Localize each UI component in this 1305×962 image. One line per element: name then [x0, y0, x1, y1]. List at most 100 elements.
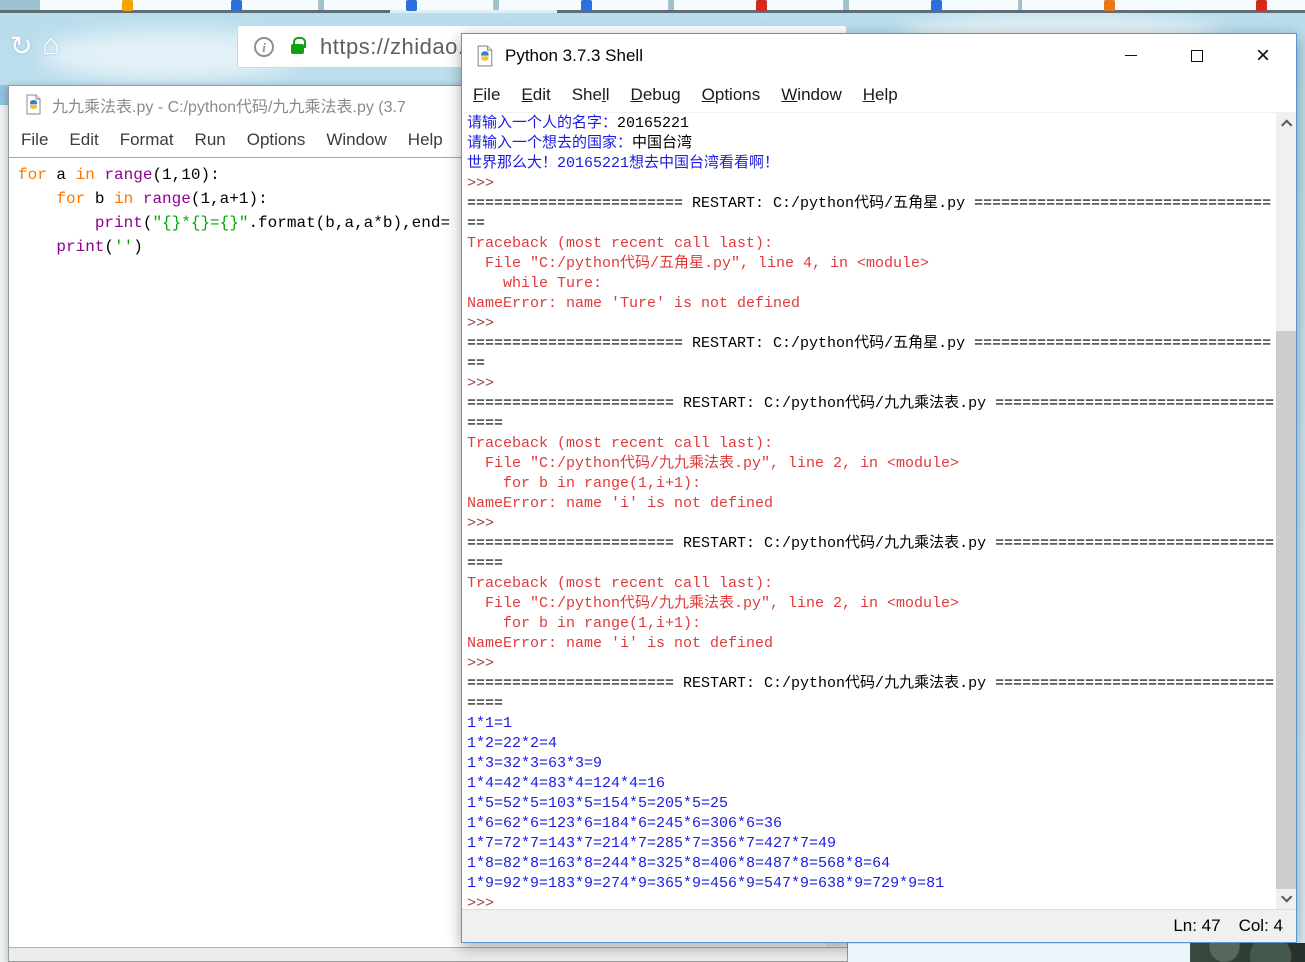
- scroll-down-button[interactable]: [1276, 889, 1296, 909]
- shell-line: >>>: [467, 655, 504, 672]
- shell-line: 1*2=22*2=4: [467, 735, 558, 752]
- shell-line: 请输入一个想去的国家：中国台湾: [467, 135, 693, 152]
- shell-line: ==: [467, 215, 486, 232]
- browser-tab[interactable]: [324, 0, 494, 11]
- tab-favicon: [1256, 0, 1267, 11]
- close-icon: ×: [1255, 41, 1270, 69]
- shell-line: 1*8=82*8=163*8=244*8=325*8=406*8=487*8=5…: [467, 855, 891, 872]
- browser-tab-strip: [0, 0, 1305, 13]
- menu-help[interactable]: Help: [408, 130, 443, 150]
- shell-line: >>>: [467, 375, 504, 392]
- shell-line: 世界那么大！20165221想去中国台湾看看啊！: [467, 155, 780, 172]
- shell-line: 1*9=92*9=183*9=274*9=365*9=456*9=547*9=6…: [467, 875, 945, 892]
- shell-window-title: Python 3.7.3 Shell: [505, 45, 643, 65]
- shell-line: ====: [467, 695, 504, 712]
- chevron-up-icon: [1281, 119, 1293, 131]
- shell-line: 请输入一个人的名字：20165221: [467, 115, 690, 132]
- shell-scrollbar[interactable]: [1276, 113, 1296, 909]
- idle-file-icon: [477, 45, 493, 66]
- scroll-up-button[interactable]: [1276, 113, 1296, 133]
- shell-line: NameError: name 'Ture' is not defined: [467, 295, 801, 312]
- browser-tab[interactable]: [149, 0, 319, 11]
- screen: ↻ ⌂ i https://zhidao. 九九乘法表.py - C:/pyth…: [0, 0, 1305, 962]
- tab-favicon: [406, 0, 417, 11]
- shell-line: ====: [467, 555, 504, 572]
- editor-title: 九九乘法表.py - C:/python代码/九九乘法表.py (3.7: [52, 98, 406, 116]
- url-text[interactable]: https://zhidao.: [320, 34, 464, 60]
- status-line-indicator: Ln: 47: [1173, 916, 1221, 935]
- menu-window[interactable]: Window: [326, 130, 386, 150]
- status-column-indicator: Col: 4: [1238, 916, 1283, 935]
- shell-line: File "C:/python代码/九九乘法表.py", line 2, in …: [467, 595, 960, 612]
- menu-options[interactable]: Options: [702, 85, 761, 105]
- browser-tab[interactable]: [1022, 0, 1192, 11]
- tab-favicon: [1104, 0, 1115, 11]
- menu-edit[interactable]: Edit: [69, 130, 98, 150]
- shell-menu-bar: File Edit Shell Debug Options Window Help: [462, 77, 1296, 113]
- browser-tab[interactable]: [849, 0, 1019, 11]
- shell-line: ====: [467, 415, 504, 432]
- home-icon[interactable]: ⌂: [42, 31, 60, 60]
- tab-favicon: [122, 0, 133, 11]
- shell-line: File "C:/python代码/五角星.py", line 4, in <m…: [467, 255, 930, 272]
- shell-line: 1*1=1: [467, 715, 513, 732]
- lock-icon: [291, 37, 306, 54]
- window-controls: ×: [1098, 34, 1296, 77]
- shell-line: for b in range(1,i+1):: [467, 615, 702, 632]
- maximize-button[interactable]: [1164, 34, 1230, 77]
- scrollbar-thumb[interactable]: [1276, 331, 1296, 889]
- menu-edit[interactable]: Edit: [521, 85, 550, 105]
- reload-icon[interactable]: ↻: [10, 33, 33, 60]
- tab-favicon: [756, 0, 767, 11]
- minimize-icon: [1125, 55, 1137, 56]
- shell-line: ======================== RESTART: C:/pyt…: [467, 195, 1272, 212]
- shell-line: 1*4=42*4=83*4=124*4=16: [467, 775, 666, 792]
- idle-file-icon: [26, 94, 41, 115]
- shell-line: 1*5=52*5=103*5=154*5=205*5=25: [467, 795, 729, 812]
- menu-help[interactable]: Help: [863, 85, 898, 105]
- shell-line: ======================= RESTART: C:/pyth…: [467, 395, 1275, 412]
- maximize-icon: [1191, 49, 1203, 62]
- tab-favicon: [931, 0, 942, 11]
- browser-tab[interactable]: [499, 0, 669, 11]
- shell-line: >>>: [467, 895, 504, 909]
- tab-favicon: [231, 0, 242, 11]
- shell-line: while Ture:: [467, 275, 603, 292]
- info-icon[interactable]: i: [254, 36, 274, 57]
- minimize-button[interactable]: [1098, 34, 1164, 77]
- menu-format[interactable]: Format: [120, 130, 174, 150]
- shell-line: for b in range(1,i+1):: [467, 475, 702, 492]
- editor-status-bar: [9, 947, 847, 961]
- shell-line: Traceback (most recent call last):: [467, 435, 774, 452]
- desktop-wallpaper-corner: [1190, 943, 1305, 962]
- shell-line: >>>: [467, 315, 504, 332]
- shell-line: 1*7=72*7=143*7=214*7=285*7=356*7=427*7=4…: [467, 835, 837, 852]
- shell-line: NameError: name 'i' is not defined: [467, 495, 774, 512]
- shell-line: ==: [467, 355, 486, 372]
- shell-line: 1*3=32*3=63*3=9: [467, 755, 603, 772]
- shell-line: 1*6=62*6=123*6=184*6=245*6=306*6=36: [467, 815, 783, 832]
- shell-line: ======================= RESTART: C:/pyth…: [467, 535, 1275, 552]
- menu-file[interactable]: File: [21, 130, 48, 150]
- tab-favicon: [581, 0, 592, 11]
- shell-line: ======================= RESTART: C:/pyth…: [467, 675, 1275, 692]
- menu-shell[interactable]: Shell: [572, 85, 610, 105]
- close-button[interactable]: ×: [1230, 34, 1296, 77]
- menu-options[interactable]: Options: [247, 130, 306, 150]
- menu-run[interactable]: Run: [195, 130, 226, 150]
- shell-title-bar[interactable]: Python 3.7.3 Shell ×: [462, 34, 1296, 77]
- chevron-down-icon: [1281, 891, 1293, 903]
- shell-line: Traceback (most recent call last):: [467, 235, 774, 252]
- shell-line: >>>: [467, 515, 504, 532]
- menu-window[interactable]: Window: [781, 85, 841, 105]
- shell-status-bar: Ln: 47 Col: 4: [462, 909, 1296, 942]
- menu-file[interactable]: File: [473, 85, 500, 105]
- left-edge-strip: [0, 85, 8, 962]
- browser-tab[interactable]: [1174, 0, 1305, 11]
- shell-text-area[interactable]: 请输入一个人的名字：20165221 请输入一个想去的国家：中国台湾世界那么大！2…: [462, 113, 1276, 909]
- browser-tab[interactable]: [674, 0, 844, 11]
- menu-debug[interactable]: Debug: [631, 85, 681, 105]
- shell-line: NameError: name 'i' is not defined: [467, 635, 774, 652]
- shell-line: >>>: [467, 175, 504, 192]
- shell-line: ======================== RESTART: C:/pyt…: [467, 335, 1272, 352]
